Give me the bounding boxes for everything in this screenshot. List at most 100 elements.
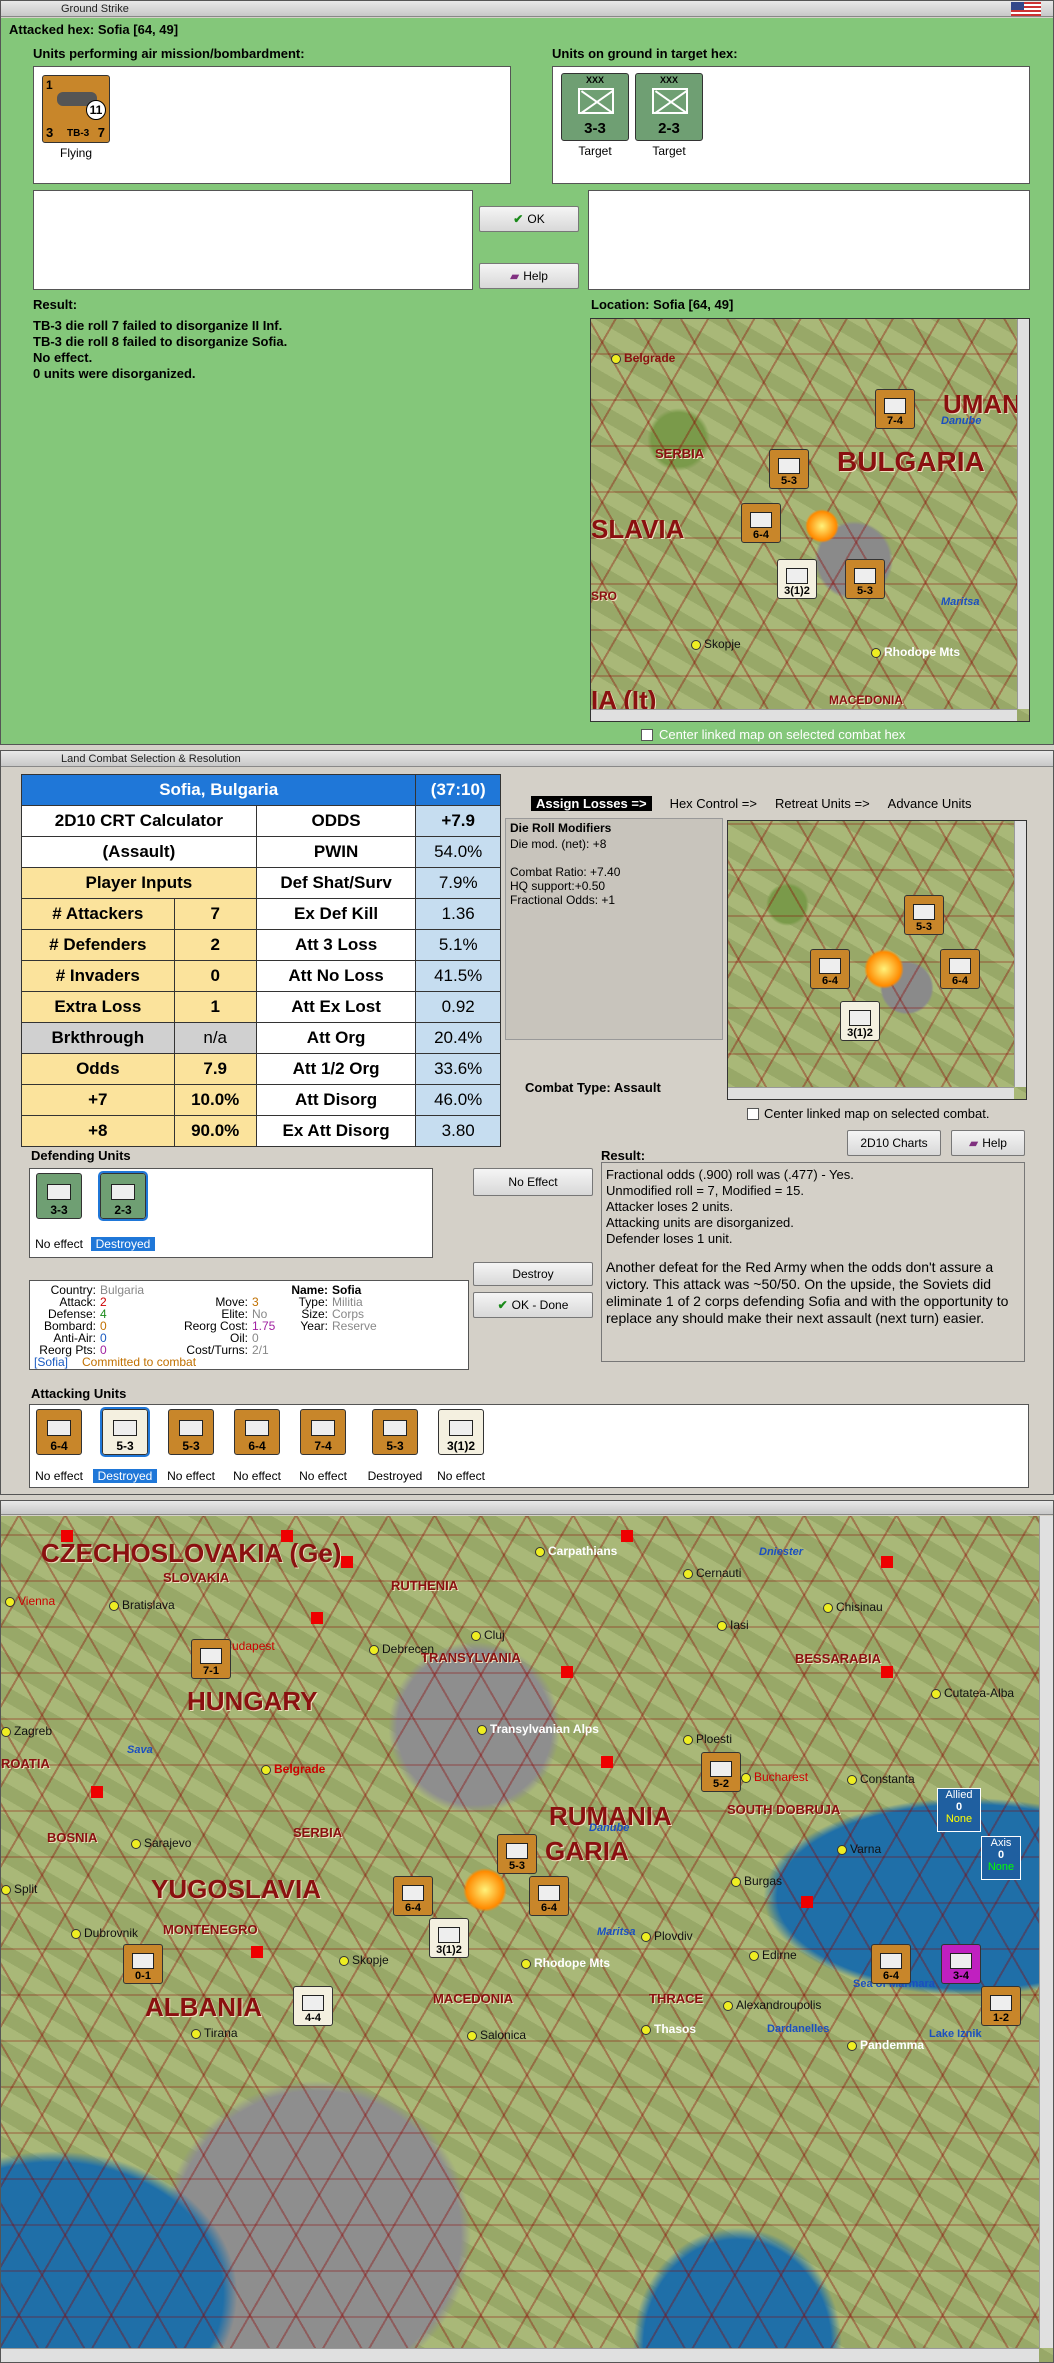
attacking-unit-counter[interactable]: 5-3: [168, 1409, 214, 1455]
map-city[interactable]: Varna: [837, 1842, 881, 1856]
map-city[interactable]: Split: [1, 1882, 37, 1896]
crt-input[interactable]: 1: [173, 991, 257, 1023]
location-label: Location: Sofia [64, 49]: [591, 297, 734, 312]
map-unit[interactable]: 3(1)2: [840, 1001, 880, 1041]
map-city[interactable]: Cernauti: [683, 1566, 741, 1580]
tab-hex-control[interactable]: Hex Control =>: [670, 796, 757, 811]
air-unit-counter[interactable]: 1 11 3 TB-3 7: [42, 75, 110, 143]
map-vertical-scrollbar[interactable]: [1014, 821, 1026, 1087]
attacking-unit-counter[interactable]: 5-3: [100, 1407, 150, 1457]
linked-map[interactable]: Belgrade SERBIA BULGARIA SLAVIA Skopje R…: [590, 318, 1030, 722]
ok-button[interactable]: ✔ OK: [479, 206, 579, 232]
attacking-unit-counter[interactable]: 7-4: [300, 1409, 346, 1455]
defending-unit-counter[interactable]: 2-3: [98, 1171, 148, 1221]
map-city[interactable]: Bratislava: [109, 1598, 175, 1612]
ground-unit-counter[interactable]: XXX 2-3: [635, 73, 703, 141]
map-unit[interactable]: 5-3: [845, 559, 885, 599]
tab-assign-losses[interactable]: Assign Losses =>: [531, 796, 652, 811]
map-city[interactable]: Burgas: [731, 1874, 782, 1888]
unit-symbol-icon: [245, 1420, 269, 1436]
map-city[interactable]: Chisinau: [823, 1600, 883, 1614]
map-unit[interactable]: 1-2: [981, 1986, 1021, 2026]
crt-cell: +8: [21, 1115, 175, 1147]
air-unit-top-left: 1: [46, 78, 53, 92]
map-unit[interactable]: 0-1: [123, 1944, 163, 1984]
map-city[interactable]: Belgrade: [261, 1762, 325, 1776]
map-city[interactable]: Skopje: [691, 637, 741, 651]
attacking-unit-result: Destroyed: [93, 1469, 157, 1483]
help-button[interactable]: ▰ Help: [951, 1130, 1025, 1156]
map-vertical-scrollbar[interactable]: [1017, 319, 1029, 709]
attacking-unit-counter[interactable]: 6-4: [234, 1409, 280, 1455]
map-city[interactable]: Bucharest: [741, 1770, 808, 1784]
map-unit[interactable]: 6-4: [529, 1876, 569, 1916]
attacking-unit-counter[interactable]: 6-4: [36, 1409, 82, 1455]
crt-input[interactable]: 7: [173, 898, 257, 930]
map-city[interactable]: Debrecen: [369, 1642, 434, 1656]
ground-units-box: XXX 3-3 Target XXX 2-3 Target: [552, 66, 1030, 184]
defending-unit-counter[interactable]: 3-3: [36, 1173, 82, 1219]
map-city[interactable]: Cluj: [471, 1628, 505, 1642]
crt-input[interactable]: 0: [173, 960, 257, 992]
combat-map[interactable]: 5-3 6-4 6-4 3(1)2: [727, 820, 1027, 1100]
center-map-checkbox[interactable]: [641, 728, 653, 741]
map-unit[interactable]: 3(1)2: [777, 559, 817, 599]
map-horizontal-scrollbar[interactable]: [728, 1087, 1014, 1099]
map-unit[interactable]: 6-4: [940, 949, 980, 989]
main-map-titlebar[interactable]: [1, 1501, 1053, 1515]
map-unit[interactable]: 5-2: [701, 1752, 741, 1792]
destroy-button[interactable]: Destroy: [473, 1262, 593, 1286]
ground-unit-counter[interactable]: XXX 3-3: [561, 73, 629, 141]
map-city[interactable]: Alexandroupolis: [723, 1998, 821, 2012]
result-line: No effect.: [33, 350, 93, 365]
objective-marker: [61, 1530, 73, 1542]
attacking-unit-counter[interactable]: 3(1)2: [438, 1409, 484, 1455]
main-map[interactable]: CZECHOSLOVAKIA (Ge) HUNGARY RUMANIA YUGO…: [1, 1516, 1053, 2362]
map-unit[interactable]: 6-4: [741, 503, 781, 543]
map-city[interactable]: Iasi: [717, 1618, 749, 1632]
map-city[interactable]: Salonica: [467, 2028, 526, 2042]
center-combat-map-row[interactable]: Center linked map on selected combat.: [747, 1106, 989, 1121]
main-map-horizontal-scrollbar[interactable]: [1, 2348, 1039, 2362]
land-combat-titlebar[interactable]: Land Combat Selection & Resolution: [1, 751, 1053, 767]
map-city[interactable]: Belgrade: [611, 351, 675, 365]
map-unit[interactable]: 6-4: [393, 1876, 433, 1916]
ground-strike-titlebar[interactable]: Ground Strike: [1, 1, 1053, 17]
map-city[interactable]: Ploesti: [683, 1732, 732, 1746]
map-city[interactable]: Zagreb: [1, 1724, 52, 1738]
ok-done-button[interactable]: ✔ OK - Done: [473, 1292, 593, 1318]
map-city[interactable]: Dubrovnik: [71, 1926, 138, 1940]
crt-input[interactable]: 2: [173, 929, 257, 961]
center-combat-map-checkbox[interactable]: [747, 1107, 759, 1120]
map-city[interactable]: Skopje: [339, 1953, 389, 1967]
map-unit[interactable]: 6-4: [871, 1944, 911, 1984]
unit-symbol-icon: [113, 1420, 137, 1436]
map-unit[interactable]: 7-1: [191, 1639, 231, 1679]
map-city[interactable]: Edirne: [749, 1948, 797, 1962]
no-effect-button[interactable]: No Effect: [473, 1168, 593, 1196]
tab-retreat-units[interactable]: Retreat Units =>: [775, 796, 870, 811]
objective-marker: [881, 1556, 893, 1568]
map-unit[interactable]: 5-3: [769, 449, 809, 489]
map-city[interactable]: Vienna: [5, 1594, 55, 1608]
main-map-vertical-scrollbar[interactable]: [1039, 1516, 1053, 2348]
map-horizontal-scrollbar[interactable]: [591, 709, 1017, 721]
map-unit[interactable]: 3(1)2: [429, 1918, 469, 1958]
map-unit[interactable]: 5-3: [904, 895, 944, 935]
map-unit[interactable]: 4-4: [293, 1986, 333, 2026]
map-city[interactable]: Sarajevo: [131, 1836, 191, 1850]
map-unit[interactable]: 6-4: [810, 949, 850, 989]
die-mods-title: Die Roll Modifiers: [510, 821, 612, 835]
tab-advance-units[interactable]: Advance Units: [888, 796, 972, 811]
map-city[interactable]: Plovdiv: [641, 1929, 693, 1943]
map-unit[interactable]: 7-4: [875, 389, 915, 429]
map-city[interactable]: Constanta: [847, 1772, 915, 1786]
map-city[interactable]: Tirana: [191, 2026, 238, 2040]
unit-value: 3(1)2: [436, 1944, 462, 1956]
attacking-unit-counter[interactable]: 5-3: [372, 1409, 418, 1455]
map-city[interactable]: Cutatea-Alba: [931, 1686, 1014, 1700]
center-map-checkbox-row[interactable]: Center linked map on selected combat hex: [641, 727, 905, 742]
crt-charts-button[interactable]: 2D10 Charts: [847, 1130, 941, 1156]
map-unit[interactable]: 3-4: [941, 1944, 981, 1984]
help-button[interactable]: ▰ Help: [479, 263, 579, 289]
